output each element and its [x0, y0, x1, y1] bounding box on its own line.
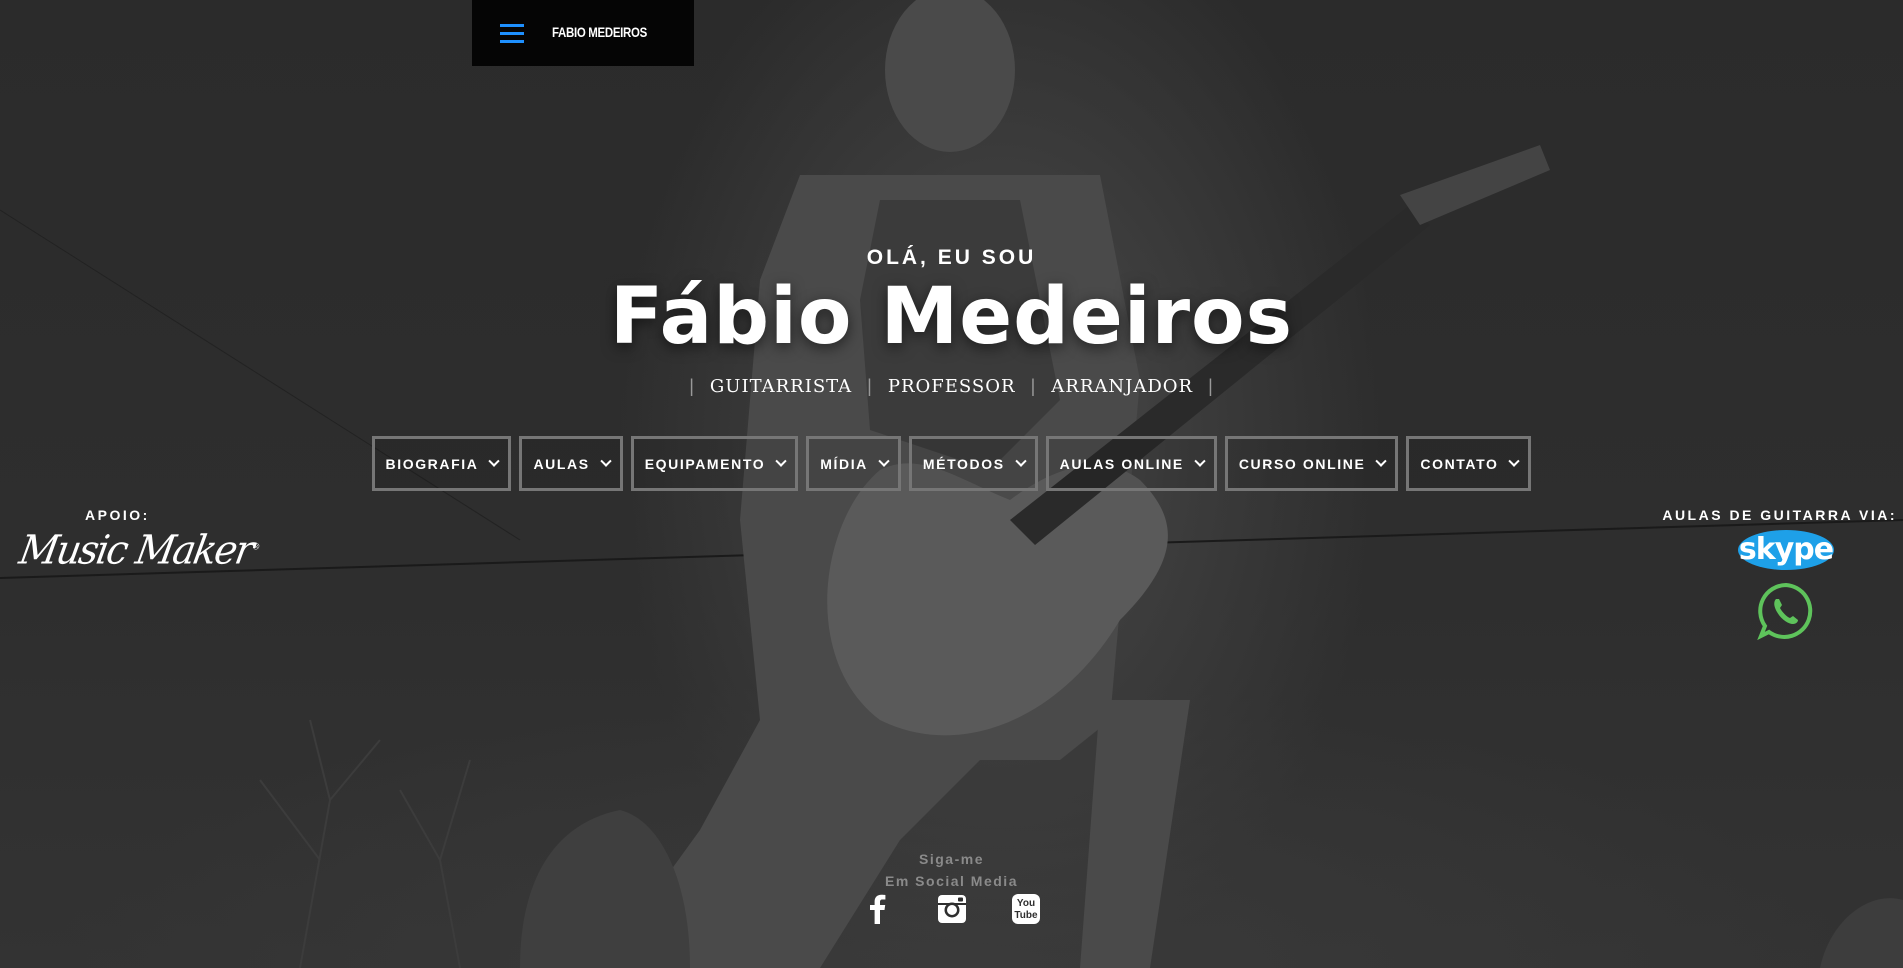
instagram-icon[interactable]: [936, 893, 968, 925]
chevron-down-icon: [1508, 455, 1521, 467]
chevron-down-icon: [1375, 455, 1388, 467]
roles-line: | GUITARRISTA | PROFESSOR | ARRANJADOR |: [0, 376, 1903, 397]
nav-item-metodos[interactable]: MÉTODOS: [908, 436, 1038, 491]
sponsor-label: APOIO:: [85, 507, 150, 523]
nav-label: CURSO ONLINE: [1238, 455, 1366, 472]
role-arranger: ARRANJADOR: [1051, 376, 1194, 397]
hero-name-title: Fábio Medeiros: [609, 272, 1294, 362]
social-media-label: Em Social Media: [885, 873, 1018, 889]
follow-me-label: Siga-me: [919, 851, 984, 867]
nav-label: MÍDIA: [820, 455, 868, 472]
site-name[interactable]: FABIO MEDEIROS: [552, 24, 647, 40]
nav-item-aulas[interactable]: AULAS: [519, 436, 623, 491]
youtube-logo-top-text: You: [1016, 898, 1034, 909]
role-teacher: PROFESSOR: [887, 376, 1016, 397]
nav-item-contato[interactable]: CONTATO: [1406, 436, 1532, 491]
youtube-icon[interactable]: You Tube: [1010, 893, 1042, 925]
facebook-icon[interactable]: [862, 893, 894, 925]
nav-label: AULAS ONLINE: [1059, 455, 1184, 472]
social-links: You Tube: [0, 893, 1903, 925]
skype-icon[interactable]: skype: [1736, 526, 1836, 574]
hero-greeting: OLÁ, EU SOU: [866, 246, 1037, 269]
nav-item-curso-online[interactable]: CURSO ONLINE: [1224, 436, 1399, 491]
nav-label: BIOGRAFIA: [385, 455, 479, 472]
nav-label: CONTATO: [1420, 455, 1499, 472]
nav-item-biografia[interactable]: BIOGRAFIA: [371, 436, 512, 491]
nav-label: MÉTODOS: [922, 455, 1005, 472]
nav-item-midia[interactable]: MÍDIA: [806, 436, 901, 491]
top-bar: FABIO MEDEIROS: [472, 0, 694, 66]
nav-item-equipamento[interactable]: EQUIPAMENTO: [630, 436, 799, 491]
role-separator: |: [1208, 376, 1214, 396]
chevron-down-icon: [1194, 455, 1206, 467]
chevron-down-icon: [878, 455, 890, 467]
music-maker-logo-text: Music Maker: [15, 526, 256, 574]
chevron-down-icon: [600, 455, 612, 467]
role-separator: |: [689, 376, 695, 396]
main-nav: BIOGRAFIA AULAS EQUIPAMENTO MÍDIA MÉTODO…: [0, 436, 1903, 491]
music-maker-logo[interactable]: Music Maker®: [16, 527, 264, 573]
trademark-symbol: ®: [251, 541, 262, 552]
youtube-logo-bottom-text: Tube: [1014, 910, 1038, 921]
role-separator: |: [867, 376, 873, 396]
lessons-via-label: AULAS DE GUITARRA VIA:: [1662, 507, 1897, 523]
chevron-down-icon: [775, 455, 787, 467]
nav-label: AULAS: [533, 455, 590, 472]
role-guitarist: GUITARRISTA: [709, 376, 853, 397]
nav-item-aulas-online[interactable]: AULAS ONLINE: [1045, 436, 1217, 491]
role-separator: |: [1030, 376, 1037, 396]
nav-label: EQUIPAMENTO: [644, 455, 766, 472]
chevron-down-icon: [488, 455, 501, 467]
skype-logo-text: skype: [1739, 532, 1833, 567]
chevron-down-icon: [1014, 455, 1027, 467]
hamburger-menu-icon[interactable]: [500, 24, 524, 43]
whatsapp-icon[interactable]: [1756, 581, 1816, 641]
